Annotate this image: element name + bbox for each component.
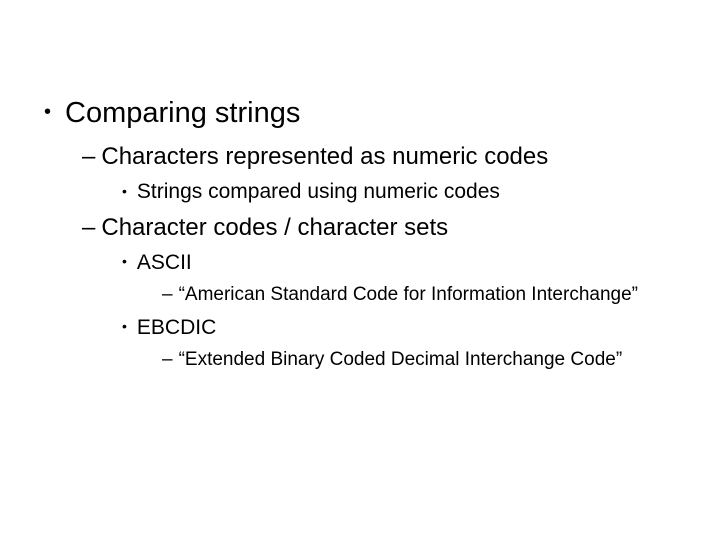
level4-text: “Extended Binary Coded Decimal Interchan…: [179, 349, 623, 370]
level4-item: –“Extended Binary Coded Decimal Intercha…: [162, 347, 720, 373]
level2-text: Character codes / character sets: [101, 214, 448, 241]
level4-item: –“American Standard Code for Information…: [162, 282, 720, 308]
slide-heading-text: Comparing strings: [65, 97, 300, 129]
dash-icon: –: [82, 214, 95, 241]
level3-item: • EBCDIC: [122, 314, 720, 341]
dash-icon: –: [162, 284, 173, 305]
level2-group: –Characters represented as numeric codes…: [44, 141, 720, 373]
level2-item: –Characters represented as numeric codes: [82, 141, 720, 172]
bullet-disc-icon: •: [122, 182, 127, 200]
bullet-disc-icon: •: [122, 317, 127, 335]
level3-text: EBCDIC: [137, 316, 216, 339]
dash-icon: –: [82, 143, 95, 170]
level3-item: • Strings compared using numeric codes: [122, 178, 720, 205]
level4-text: “American Standard Code for Information …: [179, 284, 638, 305]
level3-text: ASCII: [137, 251, 192, 274]
bullet-disc-icon: •: [44, 100, 51, 125]
level2-text: Characters represented as numeric codes: [101, 143, 548, 170]
level3-text: Strings compared using numeric codes: [137, 180, 500, 203]
bullet-disc-icon: •: [122, 252, 127, 270]
level3-group: • Strings compared using numeric codes: [82, 178, 720, 205]
level3-group: •ASCII –“American Standard Code for Info…: [82, 249, 720, 373]
level3-item: • ASCII: [122, 249, 720, 276]
level4-group: –“Extended Binary Coded Decimal Intercha…: [122, 347, 720, 373]
dash-icon: –: [162, 349, 173, 370]
slide-heading-item: • Comparing strings: [44, 95, 720, 131]
level2-item: –Character codes / character sets: [82, 212, 720, 243]
level4-group: –“American Standard Code for Information…: [122, 282, 720, 308]
